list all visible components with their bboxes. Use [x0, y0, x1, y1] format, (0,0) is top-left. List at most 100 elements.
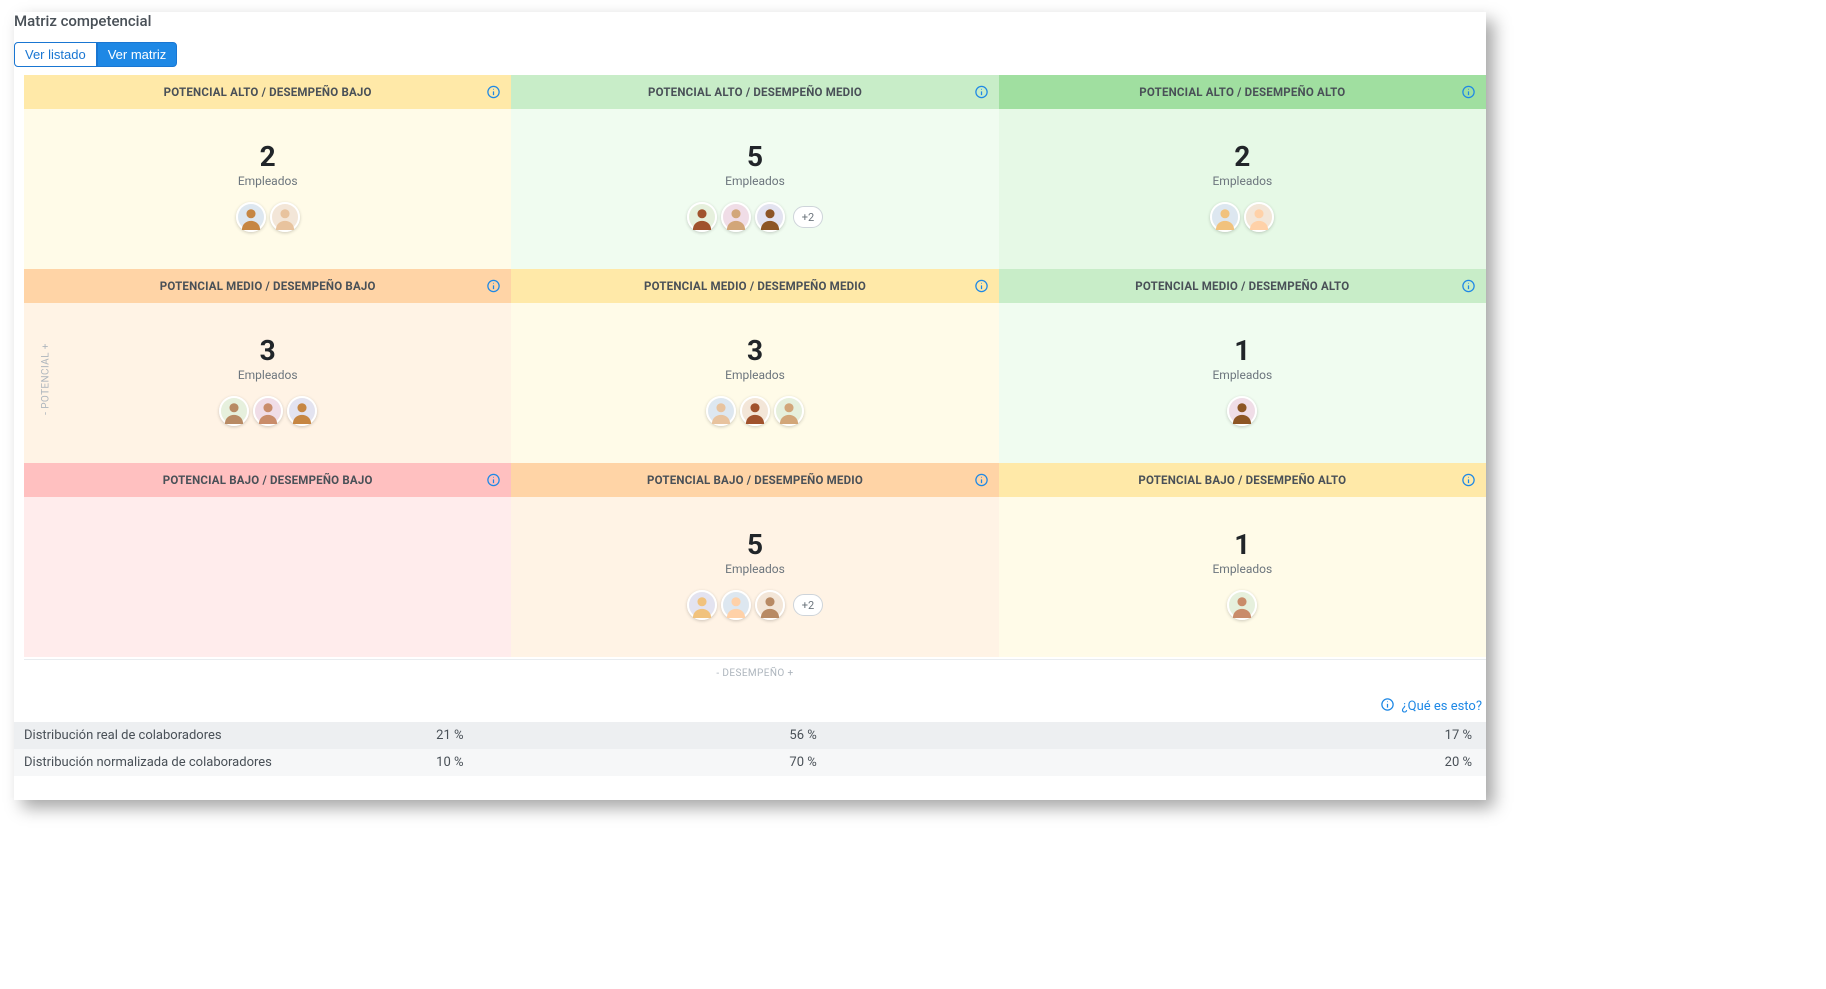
avatar[interactable]: [1227, 396, 1257, 426]
employee-count-label: Empleados: [1212, 174, 1272, 188]
info-icon[interactable]: [1461, 473, 1476, 488]
avatar[interactable]: [219, 396, 249, 426]
employee-count-label: Empleados: [238, 368, 298, 382]
cell-header: POTENCIAL ALTO / DESEMPEÑO ALTO: [999, 75, 1486, 109]
avatar[interactable]: [687, 202, 717, 232]
employee-count: 3: [747, 336, 763, 367]
employee-count: 5: [747, 530, 763, 561]
matrix-cell[interactable]: POTENCIAL MEDIO / DESEMPEÑO BAJO 3Emplead…: [24, 269, 511, 463]
cell-header-text: POTENCIAL ALTO / DESEMPEÑO ALTO: [1139, 85, 1345, 99]
employee-count-label: Empleados: [725, 562, 785, 576]
avatar-row: +2: [687, 202, 823, 232]
cell-body: 1Empleados: [999, 303, 1486, 463]
more-avatars-badge[interactable]: +2: [793, 594, 823, 616]
cell-body: 5Empleados+2: [511, 109, 998, 269]
employee-count: 3: [260, 336, 276, 367]
avatar[interactable]: [774, 396, 804, 426]
cell-body: 2Empleados: [24, 109, 511, 269]
distribution-value: 17 %: [1133, 722, 1486, 749]
distribution-row: Distribución real de colaboradores21 %56…: [14, 722, 1486, 749]
cell-header: POTENCIAL ALTO / DESEMPEÑO MEDIO: [511, 75, 998, 109]
info-icon: [1380, 697, 1395, 716]
cell-header: POTENCIAL MEDIO / DESEMPEÑO ALTO: [999, 269, 1486, 303]
cell-body: 3Empleados: [24, 303, 511, 463]
distribution-table: Distribución real de colaboradores21 %56…: [14, 722, 1486, 776]
employee-count-label: Empleados: [238, 174, 298, 188]
matrix-cell[interactable]: POTENCIAL BAJO / DESEMPEÑO MEDIO 5Emplead…: [511, 463, 998, 657]
avatar[interactable]: [270, 202, 300, 232]
view-toggle: Ver listado Ver matriz: [14, 42, 177, 67]
cell-body: 1Empleados: [999, 497, 1486, 657]
employee-count: 1: [1234, 530, 1250, 561]
avatar[interactable]: [706, 396, 736, 426]
avatar-row: [236, 202, 300, 232]
cell-body: 3Empleados: [511, 303, 998, 463]
avatar[interactable]: [253, 396, 283, 426]
employee-count: 1: [1234, 336, 1250, 367]
employee-count-label: Empleados: [725, 368, 785, 382]
x-axis-label: - DESEMPEÑO +: [24, 659, 1486, 683]
avatar[interactable]: [755, 202, 785, 232]
view-matrix-button[interactable]: Ver matriz: [97, 42, 178, 67]
avatar[interactable]: [721, 202, 751, 232]
distribution-value: 20 %: [1133, 749, 1486, 776]
cell-body: 2Empleados: [999, 109, 1486, 269]
info-icon[interactable]: [486, 85, 501, 100]
employee-count-label: Empleados: [1212, 562, 1272, 576]
matrix-cell[interactable]: POTENCIAL MEDIO / DESEMPEÑO MEDIO 3Emplea…: [511, 269, 998, 463]
matrix-cell[interactable]: POTENCIAL ALTO / DESEMPEÑO MEDIO5Emplead…: [511, 75, 998, 269]
avatar-row: [1210, 202, 1274, 232]
info-icon[interactable]: [486, 279, 501, 294]
matrix-cell[interactable]: POTENCIAL MEDIO / DESEMPEÑO ALTO1Emplead…: [999, 269, 1486, 463]
help-text: ¿Qué es esto?: [1401, 699, 1482, 714]
cell-header: POTENCIAL MEDIO / DESEMPEÑO MEDIO: [511, 269, 998, 303]
employee-count: 2: [1234, 142, 1250, 173]
avatar-row: [1227, 396, 1257, 426]
info-icon[interactable]: [974, 473, 989, 488]
page-title: Matriz competencial: [14, 12, 1486, 30]
matrix-cell[interactable]: POTENCIAL ALTO / DESEMPEÑO BAJO 2Empleado…: [24, 75, 511, 269]
y-axis-label: - POTENCIAL +: [40, 343, 51, 415]
cell-header: POTENCIAL BAJO / DESEMPEÑO MEDIO: [511, 463, 998, 497]
avatar[interactable]: [687, 590, 717, 620]
help-link[interactable]: ¿Qué es esto?: [1380, 697, 1482, 716]
avatar[interactable]: [721, 590, 751, 620]
cell-header: POTENCIAL BAJO / DESEMPEÑO BAJO: [24, 463, 511, 497]
matrix-cell[interactable]: POTENCIAL BAJO / DESEMPEÑO BAJO: [24, 463, 511, 657]
employee-count-label: Empleados: [725, 174, 785, 188]
cell-header-text: POTENCIAL MEDIO / DESEMPEÑO BAJO: [160, 279, 376, 293]
avatar[interactable]: [740, 396, 770, 426]
cell-header: POTENCIAL BAJO / DESEMPEÑO ALTO: [999, 463, 1486, 497]
nine-box-matrix: POTENCIAL ALTO / DESEMPEÑO BAJO2Empleado…: [24, 75, 1486, 657]
avatar-row: +2: [687, 590, 823, 620]
distribution-label: Distribución real de colaboradores: [14, 722, 426, 749]
avatar[interactable]: [287, 396, 317, 426]
info-icon[interactable]: [1461, 85, 1476, 100]
avatar[interactable]: [755, 590, 785, 620]
view-list-button[interactable]: Ver listado: [14, 42, 97, 67]
avatar-row: [706, 396, 804, 426]
avatar-row: [1227, 590, 1257, 620]
avatar[interactable]: [1210, 202, 1240, 232]
cell-header-text: POTENCIAL MEDIO / DESEMPEÑO MEDIO: [644, 279, 866, 293]
employee-count-label: Empleados: [1212, 368, 1272, 382]
more-avatars-badge[interactable]: +2: [793, 206, 823, 228]
avatar-row: [219, 396, 317, 426]
matrix-cell[interactable]: POTENCIAL BAJO / DESEMPEÑO ALTO1Empleado…: [999, 463, 1486, 657]
distribution-value: 56 %: [779, 722, 1132, 749]
matrix-cell[interactable]: POTENCIAL ALTO / DESEMPEÑO ALTO 2Empleado…: [999, 75, 1486, 269]
cell-header-text: POTENCIAL BAJO / DESEMPEÑO BAJO: [163, 473, 373, 487]
cell-body: 5Empleados +2: [511, 497, 998, 657]
distribution-value: 70 %: [779, 749, 1132, 776]
distribution-row: Distribución normalizada de colaboradore…: [14, 749, 1486, 776]
info-icon[interactable]: [974, 279, 989, 294]
cell-header-text: POTENCIAL BAJO / DESEMPEÑO MEDIO: [647, 473, 863, 487]
avatar[interactable]: [236, 202, 266, 232]
avatar[interactable]: [1227, 590, 1257, 620]
cell-header-text: POTENCIAL ALTO / DESEMPEÑO BAJO: [164, 85, 372, 99]
avatar[interactable]: [1244, 202, 1274, 232]
info-icon[interactable]: [1461, 279, 1476, 294]
info-icon[interactable]: [486, 473, 501, 488]
cell-header: POTENCIAL MEDIO / DESEMPEÑO BAJO: [24, 269, 511, 303]
info-icon[interactable]: [974, 85, 989, 100]
